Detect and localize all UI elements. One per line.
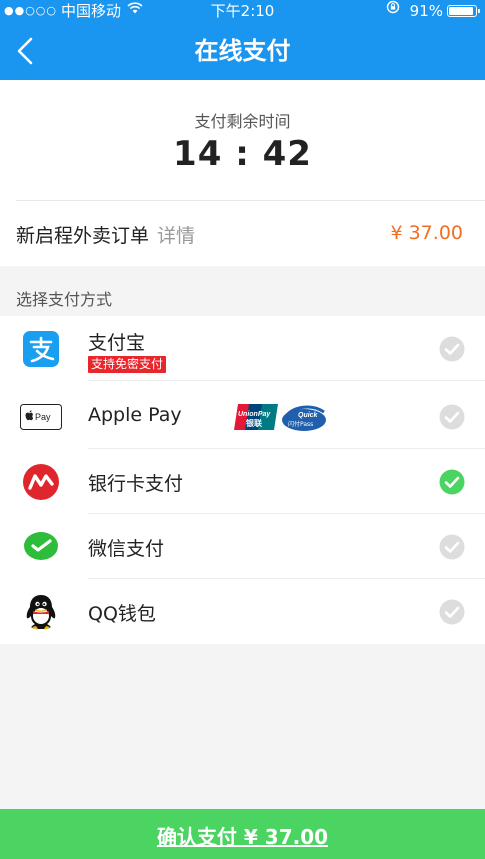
check-icon <box>439 534 465 560</box>
wechat-pay-icon <box>22 528 60 566</box>
confirm-payment-button[interactable]: 确认支付 ¥ 37.00 <box>0 809 485 859</box>
rotation-lock-icon <box>386 0 400 22</box>
payment-option-alipay[interactable]: 支付宝 支持免密支付 <box>0 316 485 381</box>
password-free-badge: 支持免密支付 <box>88 356 167 373</box>
divider <box>88 380 485 381</box>
divider <box>16 200 485 201</box>
payment-option-bank-card[interactable]: 银行卡支付 <box>0 449 485 514</box>
order-name: 新启程外卖订单 <box>16 225 150 247</box>
check-icon <box>439 599 465 625</box>
battery-icon <box>447 5 480 17</box>
payment-name: 支付宝 <box>88 332 146 354</box>
svg-text:Pay: Pay <box>35 412 51 422</box>
payment-option-apple-pay[interactable]: Pay Apple Pay UnionPay 银联 Quick 闪付Pass <box>0 384 485 449</box>
payment-name: 微信支付 <box>88 538 165 560</box>
check-icon <box>439 404 465 430</box>
payment-section-label: 选择支付方式 <box>16 290 113 309</box>
payment-option-wechat-pay[interactable]: 微信支付 <box>0 514 485 579</box>
page-title: 在线支付 <box>194 37 291 65</box>
alipay-icon <box>22 330 60 368</box>
countdown-timer: 14 : 42 <box>173 134 312 174</box>
quickpass-logo: Quick 闪付Pass <box>280 404 328 432</box>
svg-text:闪付Pass: 闪付Pass <box>288 420 313 428</box>
svg-text:Quick: Quick <box>298 412 319 419</box>
svg-text:UnionPay: UnionPay <box>238 411 271 418</box>
bank-card-icon <box>22 463 60 501</box>
apple-pay-icon: Pay <box>20 404 62 430</box>
countdown-label: 支付剩余时间 <box>194 112 291 131</box>
order-row: 新启程外卖订单 详情 <box>16 221 195 248</box>
payment-summary: 支付剩余时间 14 : 42 新启程外卖订单 详情 ¥ 37.00 <box>0 80 485 266</box>
unionpay-logo: UnionPay 银联 <box>234 402 280 432</box>
status-bar: ●●○○○ 中国移动 下午2:10 91% <box>0 0 485 22</box>
battery-percent: 91% <box>409 2 443 20</box>
order-detail-link[interactable]: 详情 <box>157 225 195 247</box>
check-icon <box>439 336 465 362</box>
svg-text:银联: 银联 <box>245 418 262 428</box>
payment-name: 银行卡支付 <box>88 473 184 495</box>
navigation-bar: 在线支付 <box>0 22 485 80</box>
payment-name: Apple Pay <box>88 404 182 426</box>
payment-name: QQ钱包 <box>88 603 156 625</box>
order-amount: ¥ 37.00 <box>390 222 463 244</box>
check-icon <box>439 469 465 495</box>
qq-wallet-icon <box>22 593 60 631</box>
payment-method-list: 支付宝 支持免密支付 Pay Apple Pay UnionPay 银联 Quic… <box>0 316 485 644</box>
payment-option-qq-wallet[interactable]: QQ钱包 <box>0 579 485 644</box>
top-bar: ●●○○○ 中国移动 下午2:10 91% 在线支付 <box>0 0 485 80</box>
